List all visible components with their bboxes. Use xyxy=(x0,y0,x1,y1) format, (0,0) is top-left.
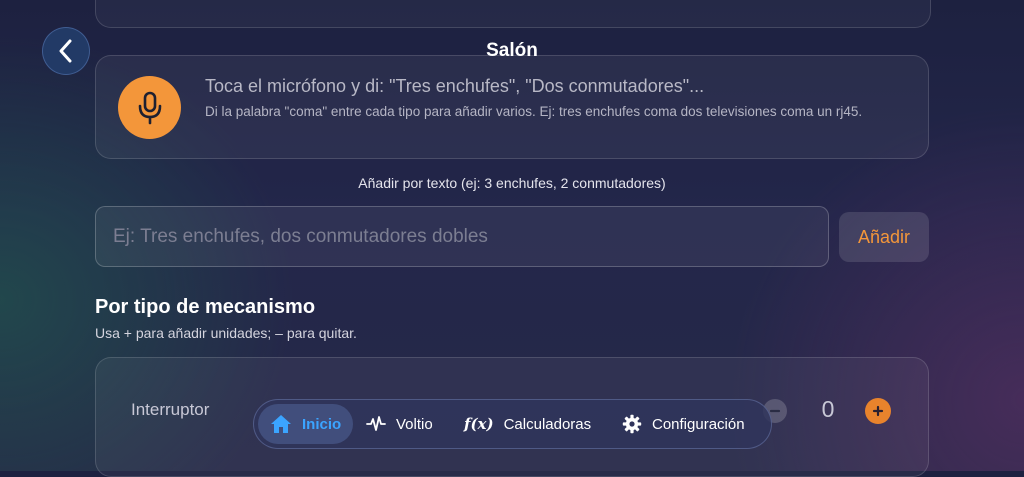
text-entry-hint: Añadir por texto (ej: 3 enchufes, 2 conm… xyxy=(358,175,666,191)
function-icon: f(x) xyxy=(464,415,494,433)
voice-input-card: Toca el micrófono y di: "Tres enchufes",… xyxy=(95,55,929,159)
waveform-icon xyxy=(366,416,386,432)
tab-label: Calculadoras xyxy=(503,415,592,433)
section-subtitle: Usa + para añadir unidades; – para quita… xyxy=(95,325,357,341)
tab-label: Voltio xyxy=(396,415,433,433)
mechanism-count: 0 xyxy=(821,396,835,422)
mechanism-label: Interruptor xyxy=(131,400,210,419)
home-icon xyxy=(270,414,292,434)
bottom-tab-bar: Inicio Voltio f(x) Calculadoras Configur… xyxy=(253,399,772,449)
plus-icon xyxy=(872,405,884,417)
add-button[interactable]: Añadir xyxy=(839,212,929,262)
gear-icon xyxy=(622,414,642,434)
tab-inicio[interactable]: Inicio xyxy=(258,404,353,444)
tab-label: Configuración xyxy=(652,415,745,433)
microphone-icon xyxy=(137,91,163,125)
voice-help-text: Di la palabra "coma" entre cada tipo par… xyxy=(205,104,863,119)
mechanism-text-input[interactable] xyxy=(95,206,829,267)
voice-instruction: Toca el micrófono y di: "Tres enchufes",… xyxy=(205,76,705,96)
microphone-button[interactable] xyxy=(118,76,181,139)
minus-icon xyxy=(769,405,781,417)
tab-label: Inicio xyxy=(302,415,342,433)
increment-button[interactable] xyxy=(865,398,891,424)
section-title: Por tipo de mecanismo xyxy=(95,296,316,318)
previous-card xyxy=(95,0,931,28)
tab-voltio[interactable]: Voltio xyxy=(354,404,445,444)
tab-calculadoras[interactable]: f(x) Calculadoras xyxy=(452,404,603,444)
tab-configuracion[interactable]: Configuración xyxy=(610,404,757,444)
